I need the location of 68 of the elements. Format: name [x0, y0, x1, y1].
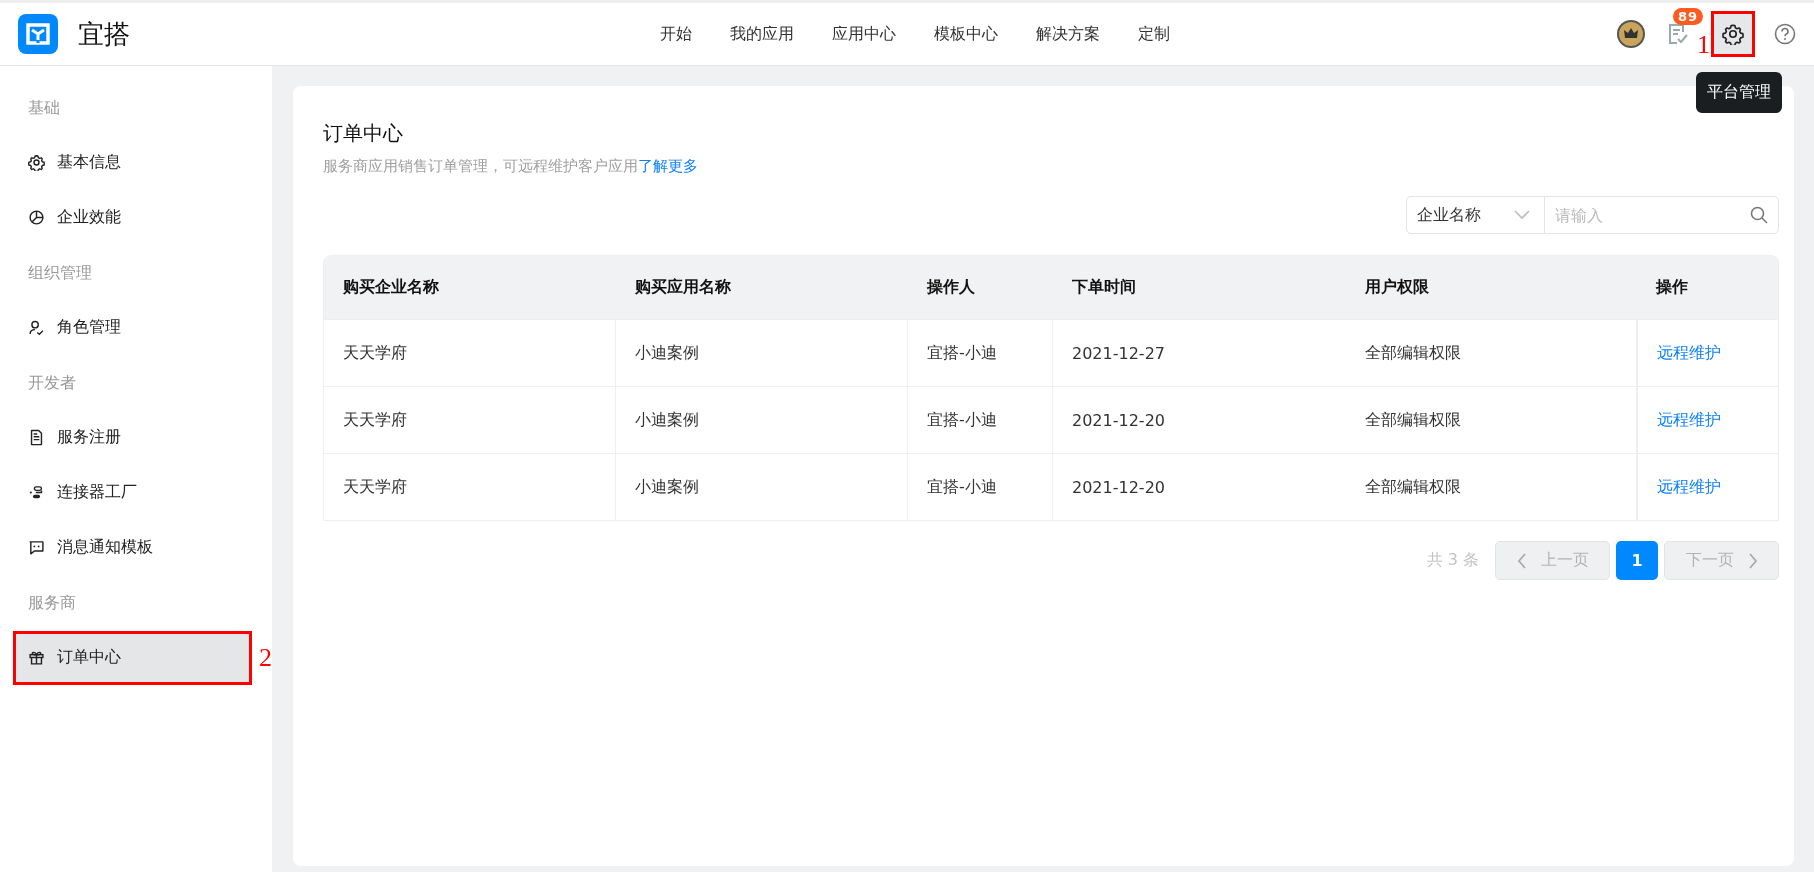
checklist-icon[interactable]	[1667, 22, 1689, 46]
table-cell: 全部编辑权限	[1346, 386, 1637, 453]
column-header: 购买企业名称	[324, 256, 616, 319]
nav-tab[interactable]: 我的应用	[730, 23, 794, 45]
annotation-number: 2	[259, 642, 272, 673]
table-cell: 小迪案例	[616, 453, 908, 520]
sidebar-item[interactable]: 角色管理	[16, 303, 252, 352]
table-cell: 2021-12-20	[1053, 386, 1346, 453]
app-name: 宜搭	[78, 17, 130, 51]
table-cell: 2021-12-20	[1053, 453, 1346, 520]
chevron-down-icon	[1514, 210, 1530, 220]
chevron-right-icon	[1747, 552, 1758, 569]
message-icon	[28, 539, 45, 556]
settings-icon	[28, 154, 45, 171]
sidebar-section-title: 服务商	[27, 592, 77, 614]
table-cell: 宜搭-小迪	[908, 319, 1053, 386]
sidebar-item[interactable]: 连接器工厂	[16, 468, 252, 517]
page-description: 服务商应用销售订单管理，可远程维护客户应用	[323, 157, 638, 175]
logo-icon	[18, 14, 58, 54]
tooltip: 平台管理	[1696, 72, 1782, 113]
sidebar-section-title: 基础	[27, 97, 61, 119]
settings-button[interactable]	[1714, 14, 1752, 54]
pie-chart-icon	[28, 209, 45, 226]
table-cell: 宜搭-小迪	[908, 386, 1053, 453]
sidebar-section-title: 开发者	[27, 372, 77, 394]
settings-icon	[1722, 23, 1744, 45]
learn-more-link[interactable]: 了解更多	[638, 157, 698, 175]
sidebar-item[interactable]: 基本信息	[16, 138, 252, 187]
sidebar-item[interactable]: 服务注册	[16, 413, 252, 462]
sidebar-item[interactable]: 订单中心	[16, 633, 249, 682]
remote-maintain-link[interactable]: 远程维护	[1657, 409, 1721, 431]
search-icon[interactable]	[1750, 206, 1768, 224]
column-header: 下单时间	[1053, 256, 1346, 319]
total-count: 共 3 条	[1426, 550, 1479, 571]
nav-tab[interactable]: 模板中心	[934, 23, 998, 45]
gift-icon	[28, 649, 45, 666]
document-icon	[28, 429, 45, 446]
table-cell: 天天学府	[324, 453, 616, 520]
column-header: 用户权限	[1346, 256, 1637, 319]
sidebar-section-title: 组织管理	[27, 262, 93, 284]
remote-maintain-link[interactable]: 远程维护	[1657, 476, 1721, 498]
table-cell: 天天学府	[324, 386, 616, 453]
chevron-left-icon	[1516, 552, 1527, 569]
search-field[interactable]: 企业名称 请输入	[1406, 196, 1779, 234]
nav-tab[interactable]: 应用中心	[832, 23, 896, 45]
table-cell: 2021-12-27	[1053, 319, 1346, 386]
column-header: 购买应用名称	[616, 256, 908, 319]
notification-badge: 89	[1673, 8, 1704, 25]
table-cell: 全部编辑权限	[1346, 453, 1637, 520]
connector-icon	[28, 484, 45, 501]
page-title: 订单中心	[323, 120, 404, 147]
table-cell: 宜搭-小迪	[908, 453, 1053, 520]
user-check-icon	[28, 319, 45, 336]
nav-tab[interactable]: 解决方案	[1036, 23, 1100, 45]
table-cell: 全部编辑权限	[1346, 319, 1637, 386]
column-header: 操作	[1637, 256, 1778, 319]
remote-maintain-link[interactable]: 远程维护	[1657, 342, 1721, 364]
help-icon[interactable]	[1774, 23, 1796, 45]
table-cell: 小迪案例	[616, 319, 908, 386]
annotation-number: 1	[1697, 32, 1710, 58]
table-cell: 小迪案例	[616, 386, 908, 453]
crown-avatar-icon[interactable]	[1617, 20, 1645, 48]
nav-tab[interactable]: 定制	[1138, 23, 1170, 45]
column-header: 操作人	[908, 256, 1053, 319]
sidebar-item[interactable]: 消息通知模板	[16, 523, 252, 572]
table-cell: 天天学府	[324, 319, 616, 386]
sidebar-item[interactable]: 企业效能	[16, 193, 252, 242]
nav-tab[interactable]: 开始	[660, 23, 692, 45]
